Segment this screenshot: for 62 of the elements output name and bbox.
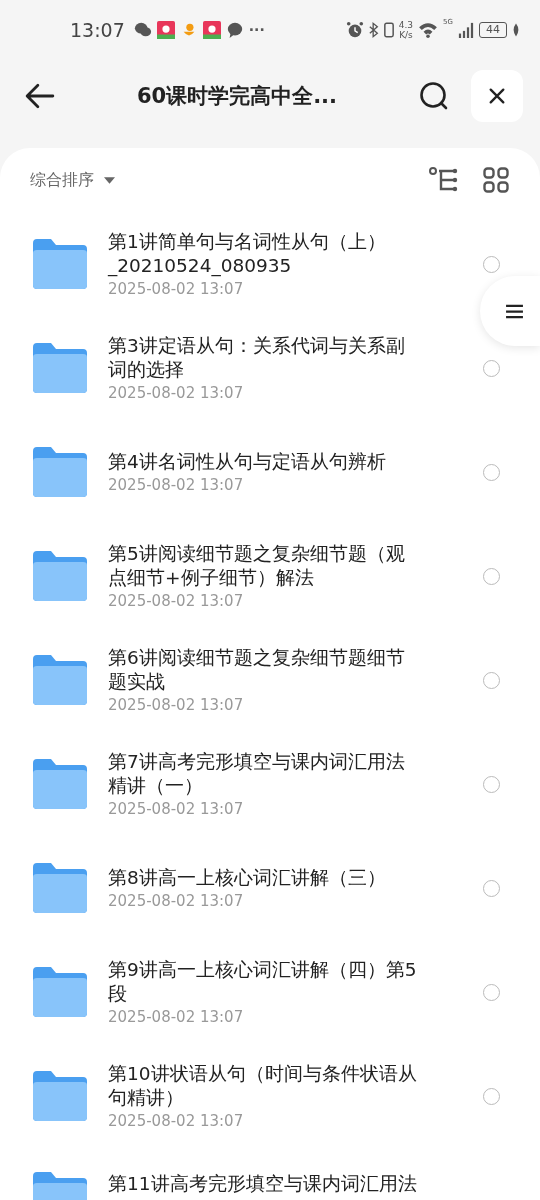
folder-icon (33, 1071, 87, 1121)
close-button[interactable] (471, 70, 523, 122)
folder-name: 第1讲简单句与名词性从句（上）_20210524_080935 (108, 230, 387, 278)
alarm-icon (345, 21, 364, 39)
folder-item[interactable]: 第9讲高一上核心词汇讲解（四）第5段 2025-08-02 13:07 (0, 940, 540, 1044)
menu-icon (506, 303, 523, 319)
modified-date: 2025-08-02 13:07 (108, 476, 245, 494)
battery-level: 44 (479, 22, 507, 38)
folder-name: 第6讲阅读细节题之复杂细节题细节题实战 (108, 646, 406, 694)
folder-item[interactable]: 第1讲简单句与名词性从句（上）_20210524_080935 2025-08-02 13:07 (0, 212, 540, 316)
grid-view-icon[interactable] (483, 167, 509, 193)
wifi-icon (418, 22, 439, 38)
folder-icon (33, 759, 87, 809)
folder-icon (33, 239, 87, 289)
folder-icon (33, 967, 87, 1017)
caret-icon (104, 176, 115, 184)
message-icon (225, 21, 244, 39)
modified-date: 2025-08-02 13:07 (108, 696, 245, 714)
folder-item[interactable]: 第4讲名词性从句与定语从句辨析 2025-08-02 13:07 (0, 420, 540, 524)
folder-item[interactable]: 第6讲阅读细节题之复杂细节题细节题实战 2025-08-02 13:07 (0, 628, 540, 732)
folder-item[interactable]: 第8讲高一上核心词汇讲解（三） 2025-08-02 13:07 (0, 836, 540, 940)
modified-date: 2025-08-02 13:07 (108, 892, 245, 910)
page-title: 60课时学完高中全... (135, 83, 339, 110)
tree-view-icon[interactable] (429, 167, 459, 193)
signal-icon (458, 22, 474, 38)
side-menu-button[interactable] (480, 276, 540, 346)
app-icon (202, 21, 221, 39)
folder-name: 第4讲名词性从句与定语从句辨析 (108, 450, 387, 474)
leaf-icon (512, 23, 520, 37)
folder-name: 第9讲高一上核心词汇讲解（四）第5段 (108, 958, 418, 1006)
modified-date: 2025-08-02 13:07 (108, 592, 245, 610)
folder-item[interactable]: 第7讲高考完形填空与课内词汇用法精讲（一） 2025-08-02 13:07 (0, 732, 540, 836)
status-time: 13:07 (70, 19, 125, 41)
folder-name: 第10讲状语从句（时间与条件状语从句精讲） (108, 1062, 418, 1110)
search-icon[interactable] (419, 81, 449, 111)
folder-icon (33, 655, 87, 705)
folder-item[interactable]: 第10讲状语从句（时间与条件状语从句精讲） 2025-08-02 13:07 (0, 1044, 540, 1148)
folder-icon (33, 551, 87, 601)
modified-date: 2025-08-02 13:07 (108, 800, 245, 818)
folder-item[interactable]: 第11讲高考完形填空与课内词汇用法 (0, 1148, 540, 1200)
folder-name: 第3讲定语从句：关系代词与关系副词的选择 (108, 334, 406, 382)
network-speed: 4.3 K/s (398, 20, 414, 40)
folder-name: 第8讲高一上核心词汇讲解（三） (108, 866, 387, 890)
modified-date: 2025-08-02 13:07 (108, 384, 245, 402)
modified-date: 2025-08-02 13:07 (108, 280, 245, 298)
folder-item[interactable]: 第5讲阅读细节题之复杂细节题（观点细节+例子细节）解法 2025-08-02 13:07 (0, 524, 540, 628)
bluetooth-icon (368, 21, 379, 39)
sort-dropdown[interactable]: 综合排序 (30, 169, 115, 191)
chat-icon (133, 21, 152, 39)
folder-icon (33, 863, 87, 913)
modified-date: 2025-08-02 13:07 (108, 1112, 245, 1130)
app-icon (156, 21, 175, 39)
folder-item[interactable]: 第3讲定语从句：关系代词与关系副词的选择 2025-08-02 13:07 (0, 316, 540, 420)
back-icon[interactable] (25, 83, 55, 109)
folder-icon (33, 343, 87, 393)
folder-icon (33, 447, 87, 497)
folder-name: 第5讲阅读细节题之复杂细节题（观点细节+例子细节）解法 (108, 542, 406, 590)
modified-date: 2025-08-02 13:07 (108, 1008, 245, 1026)
close-icon (488, 87, 506, 105)
folder-name: 第11讲高考完形填空与课内词汇用法 (108, 1172, 418, 1196)
more-notifications: ··· (248, 22, 265, 38)
folder-name: 第7讲高考完形填空与课内词汇用法精讲（一） (108, 750, 406, 798)
